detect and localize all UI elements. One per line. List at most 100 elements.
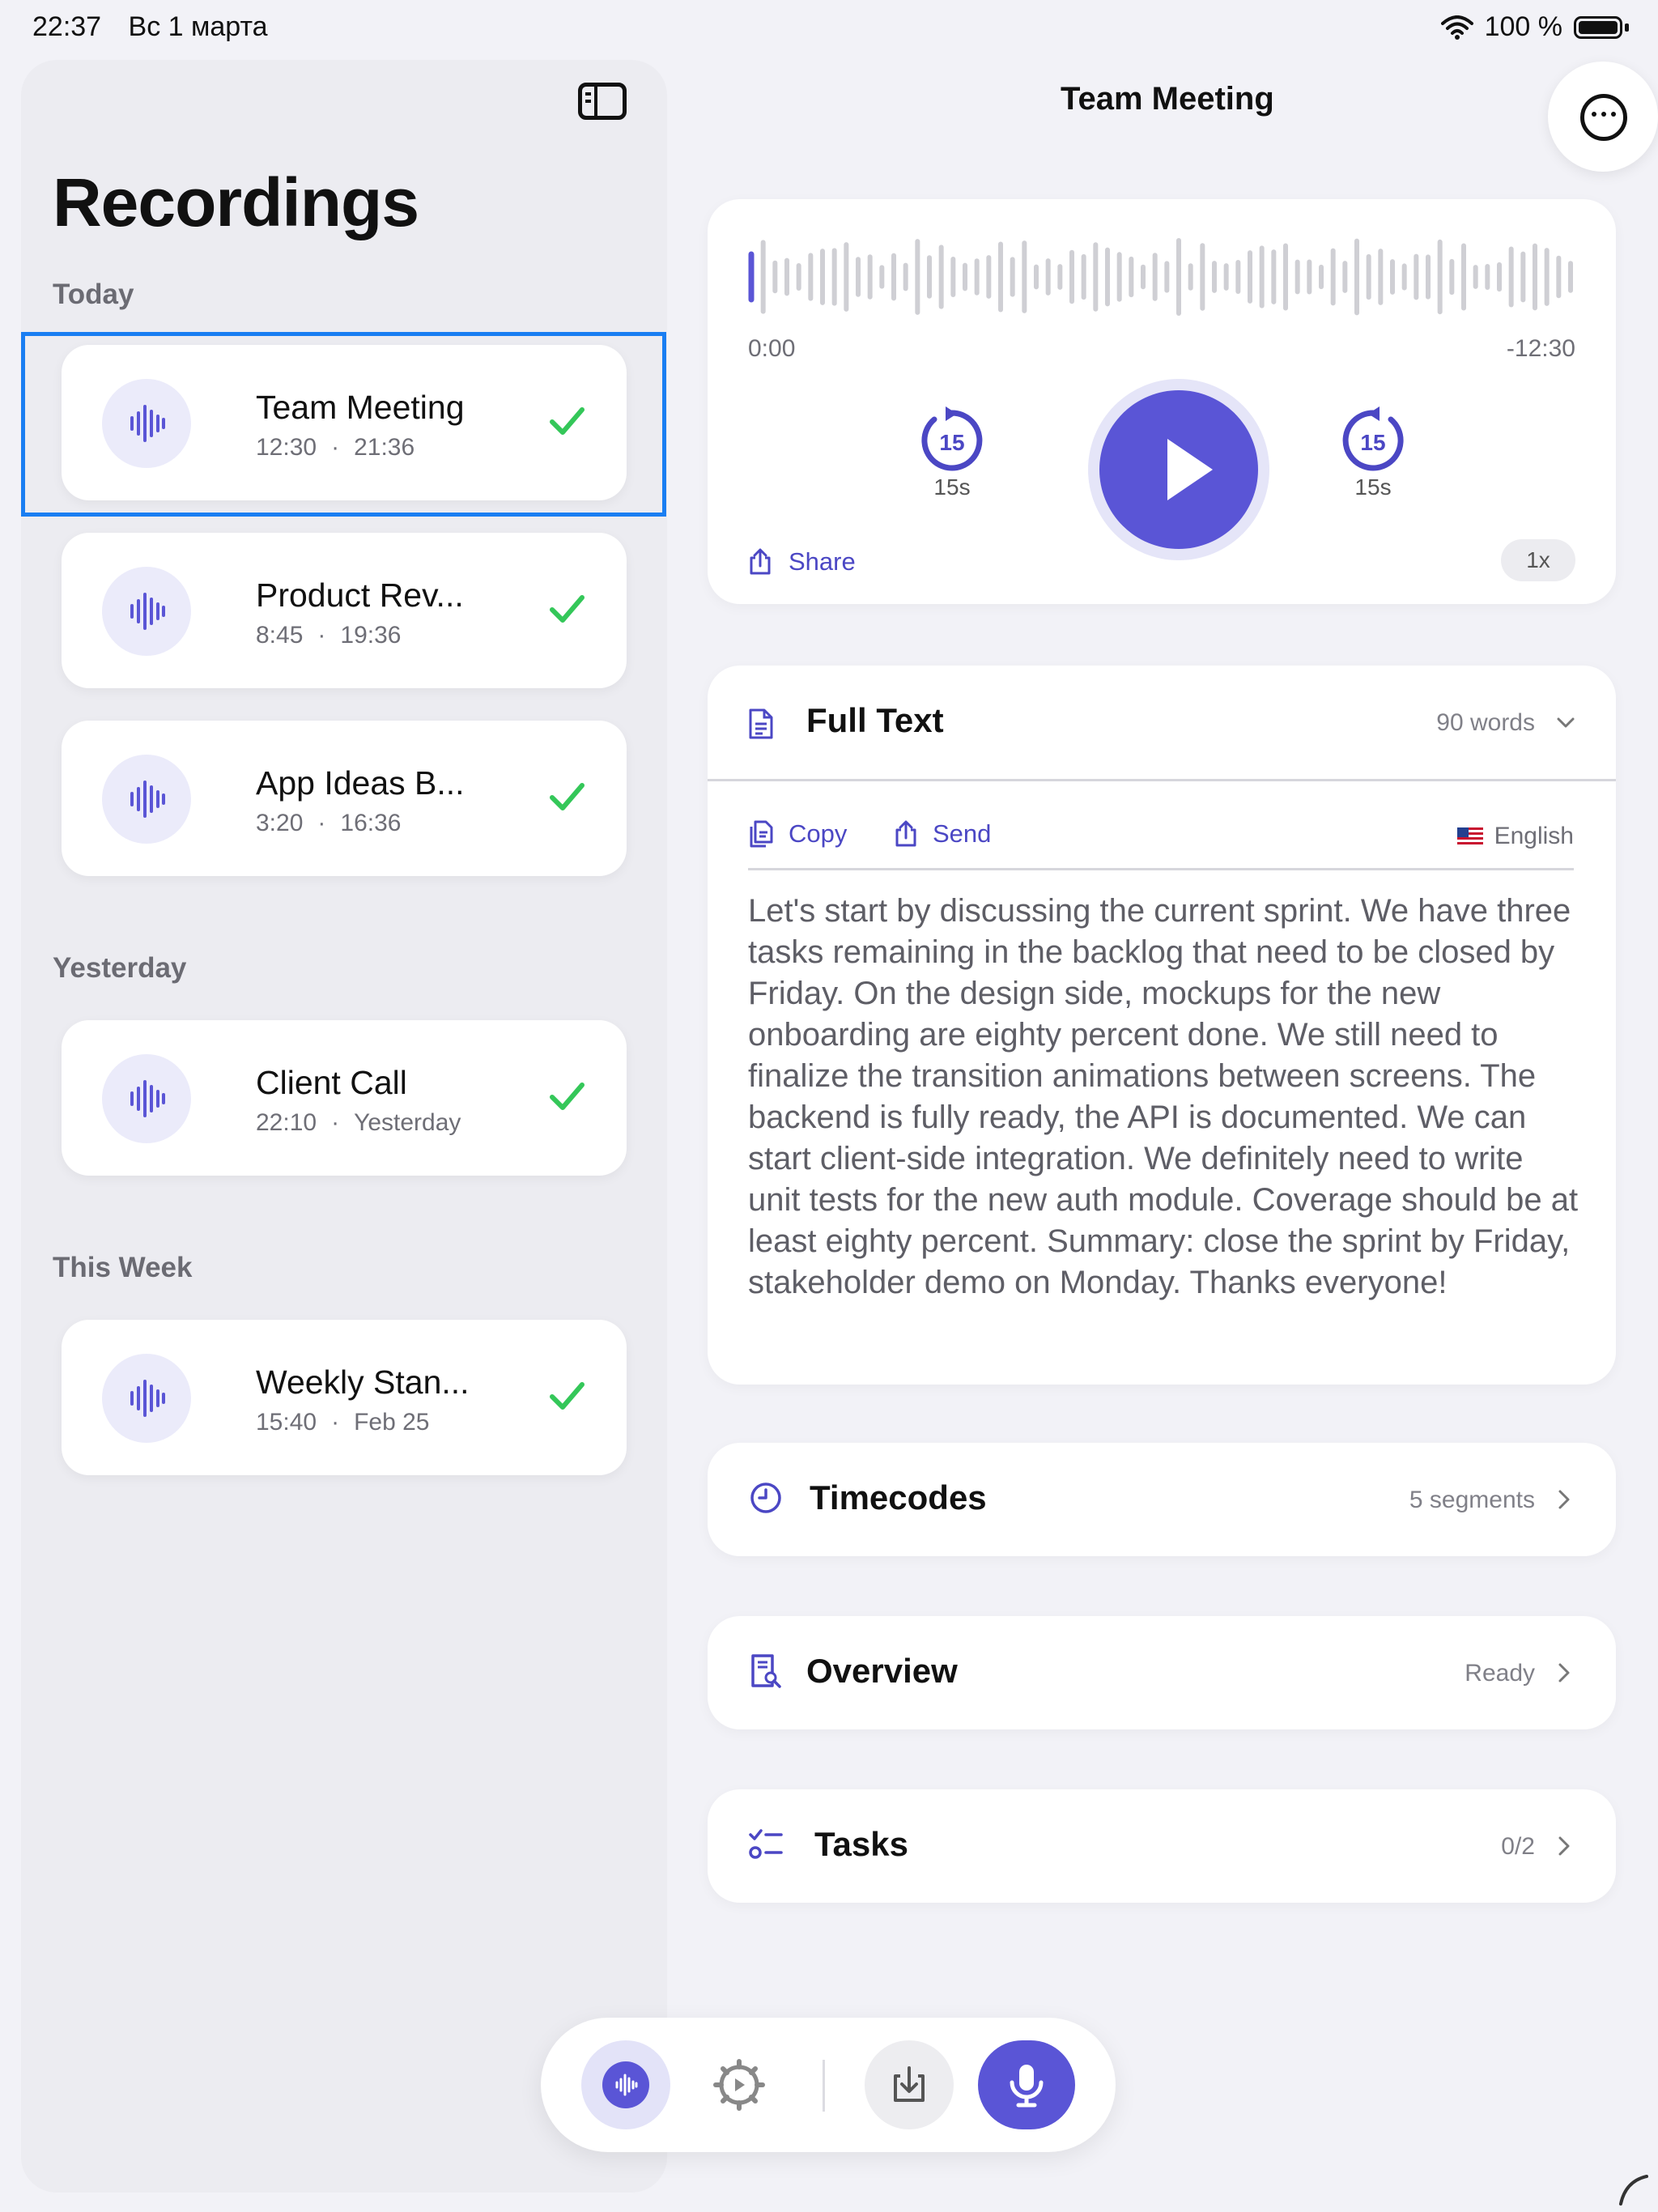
settings-icon[interactable] <box>695 2040 784 2129</box>
status-bar-right: 100 % <box>1440 11 1629 43</box>
copy-icon <box>750 820 773 848</box>
chevron-right-icon <box>1558 1663 1570 1682</box>
send-label: Send <box>933 819 992 848</box>
skip-forward-number: 15 <box>1360 430 1385 455</box>
sidebar-toggle-icon[interactable] <box>578 83 627 120</box>
full-text-header[interactable]: Full Text 90 words <box>708 666 1616 781</box>
skip-back-button[interactable]: 15 <box>918 406 986 474</box>
checkmark-icon <box>550 783 585 810</box>
recording-duration: 12:30 <box>256 434 317 461</box>
recording-duration: 22:10 <box>256 1109 317 1136</box>
recording-item[interactable]: Product Rev... 8:45 · 19:36 <box>62 533 627 688</box>
recording-item[interactable]: Client Call 22:10 · Yesterday <box>62 1020 627 1176</box>
full-text-actions: Copy Send English <box>748 819 1574 870</box>
timecodes-row[interactable]: Timecodes 5 segments <box>708 1443 1616 1556</box>
import-icon <box>894 2066 925 2102</box>
battery-icon <box>1574 15 1622 39</box>
recording-meta: 3:20 · 16:36 <box>256 810 402 836</box>
battery-percent: 100 % <box>1484 11 1562 42</box>
checkmark-icon <box>550 1083 585 1110</box>
chevron-right-icon <box>1558 1490 1570 1509</box>
checkmark-icon <box>550 407 585 435</box>
recording-title: App Ideas B... <box>256 764 465 802</box>
document-search-icon <box>751 1654 781 1688</box>
recording-title: Team Meeting <box>256 389 465 426</box>
us-flag-icon <box>1456 827 1483 845</box>
waveform-icon <box>102 379 191 468</box>
document-icon <box>749 708 773 739</box>
recording-title: Client Call <box>256 1064 407 1101</box>
language-selector[interactable]: English <box>1456 823 1574 850</box>
share-icon <box>750 548 771 575</box>
recording-item[interactable]: App Ideas B... 3:20 · 16:36 <box>62 721 627 876</box>
waveform-icon <box>102 1354 191 1443</box>
play-icon <box>1167 439 1213 500</box>
playback-speed-button[interactable]: 1x <box>1501 539 1575 581</box>
chevron-down-icon <box>1557 717 1575 728</box>
overview-title: Overview <box>806 1652 958 1690</box>
share-button[interactable]: Share <box>748 547 856 576</box>
waveform-icon <box>102 567 191 656</box>
recording-time: 16:36 <box>340 810 402 836</box>
transcript-text: Let's start by discussing the current sp… <box>748 893 1579 1300</box>
record-button[interactable] <box>978 2040 1075 2129</box>
tasks-row[interactable]: Tasks 0/2 <box>708 1789 1616 1903</box>
import-button[interactable] <box>865 2040 954 2129</box>
recording-item[interactable]: Team Meeting 12:30 · 21:36 <box>62 345 627 500</box>
waveform-icon <box>102 755 191 844</box>
sidebar-title: Recordings <box>53 164 419 240</box>
checkmark-icon <box>550 1382 585 1410</box>
skip-forward-button[interactable]: 15 <box>1339 406 1407 474</box>
section-label-yesterday: Yesterday <box>53 952 187 984</box>
bottom-toolbar <box>541 2018 1116 2152</box>
copy-button[interactable]: Copy <box>748 819 847 849</box>
timecodes-title: Timecodes <box>810 1478 987 1516</box>
waveform-scrubber[interactable] <box>748 236 1574 317</box>
recording-meta: 15:40 · Feb 25 <box>256 1409 430 1436</box>
wifi-icon <box>1440 15 1473 40</box>
recording-time: Feb 25 <box>354 1409 430 1436</box>
skip-back-number: 15 <box>939 430 964 455</box>
recording-duration: 15:40 <box>256 1409 317 1436</box>
overview-meta: Ready <box>1465 1660 1535 1687</box>
send-button[interactable]: Send <box>894 819 991 849</box>
chevron-right-icon <box>1558 1836 1570 1856</box>
recordings-icon <box>602 2061 649 2108</box>
time-elapsed: 0:00 <box>748 335 796 362</box>
status-bar: 22:37 Вс 1 марта 100 % <box>0 0 1658 58</box>
full-text-card: Full Text 90 words Copy Send English Let <box>708 666 1616 1385</box>
skip-forward-label: 15s <box>1354 474 1392 500</box>
section-label-today: Today <box>53 279 134 310</box>
skip-back-label: 15s <box>933 474 971 500</box>
overview-row[interactable]: Overview Ready <box>708 1616 1616 1729</box>
battery-tip <box>1625 23 1629 32</box>
audio-player: 0:00 -12:30 15 15s 15 15s Share 1x <box>708 199 1616 604</box>
tasks-meta: 0/2 <box>1501 1833 1535 1860</box>
more-icon <box>1580 94 1627 141</box>
recording-duration: 3:20 <box>256 810 304 836</box>
recording-meta: 12:30 · 21:36 <box>256 434 415 461</box>
recording-title: Weekly Stan... <box>256 1363 470 1401</box>
tasks-title: Tasks <box>814 1825 908 1863</box>
status-bar-left: 22:37 Вс 1 марта <box>32 11 287 43</box>
section-label-this-week: This Week <box>53 1252 193 1283</box>
share-label: Share <box>789 547 856 576</box>
timecodes-meta: 5 segments <box>1409 1487 1535 1513</box>
recording-item[interactable]: Weekly Stan... 15:40 · Feb 25 <box>62 1320 627 1475</box>
recordings-tab-button[interactable] <box>581 2040 670 2129</box>
sidebar: Recordings Today Team Meeting 12:30 · 21:3… <box>21 60 667 2193</box>
more-options-button[interactable] <box>1548 62 1658 172</box>
recording-title: Product Rev... <box>256 576 464 614</box>
recording-meta: 22:10 · Yesterday <box>256 1109 461 1136</box>
recording-duration: 8:45 <box>256 622 304 649</box>
status-time: 22:37 <box>32 11 102 42</box>
toolbar-divider <box>823 2060 825 2112</box>
word-count: 90 words <box>1436 709 1535 736</box>
resize-handle-icon <box>1619 2175 1648 2206</box>
recording-time: 21:36 <box>354 434 415 461</box>
clock-icon <box>750 1482 781 1513</box>
time-remaining: -12:30 <box>1506 335 1575 362</box>
checklist-icon <box>749 1829 783 1859</box>
waveform-icon <box>102 1054 191 1143</box>
page-title: Team Meeting <box>1061 81 1274 117</box>
